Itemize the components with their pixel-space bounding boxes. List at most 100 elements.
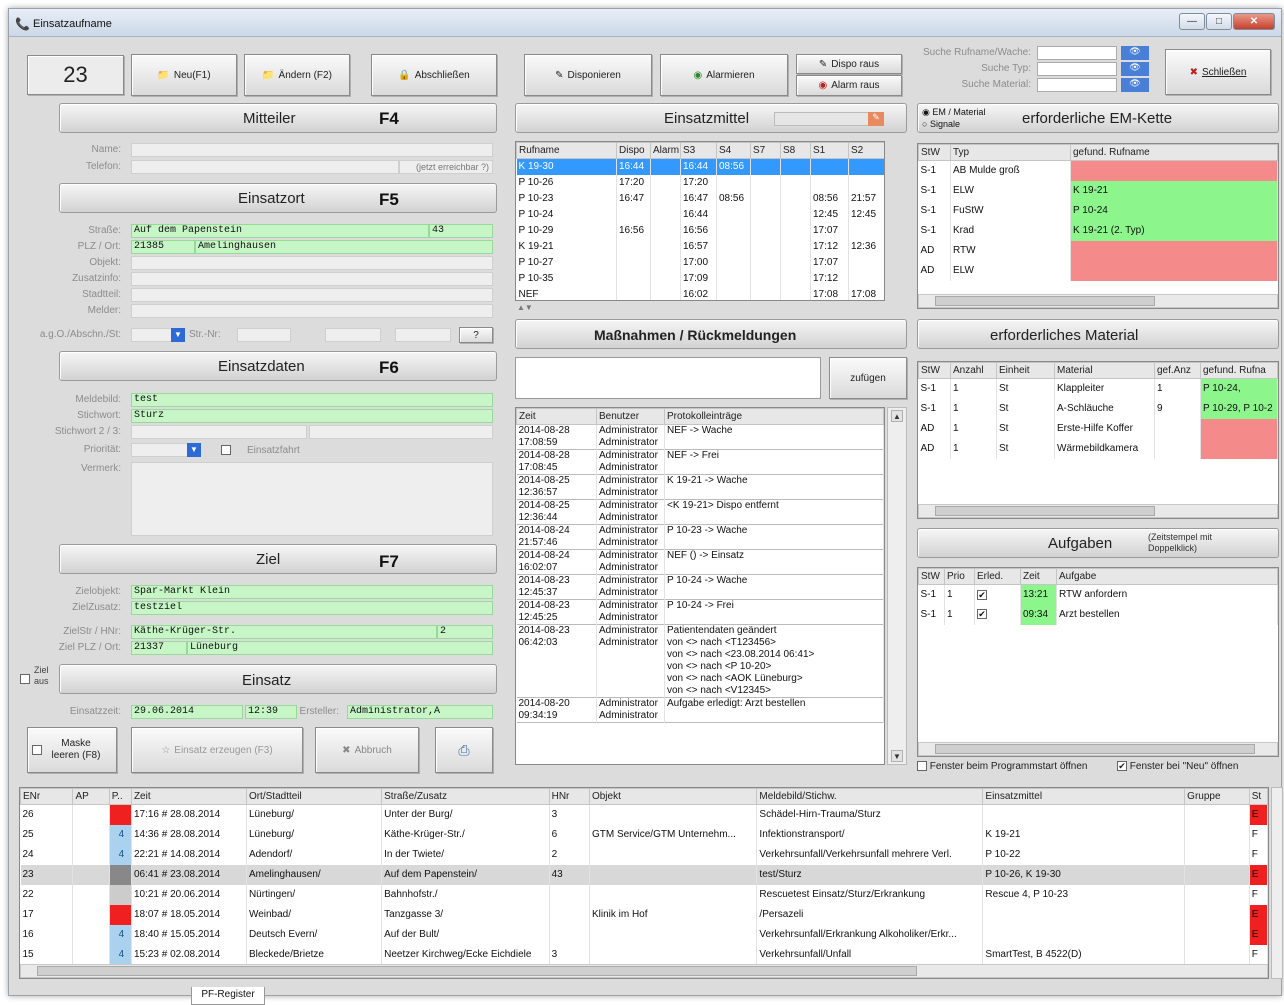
erledigt-checkbox[interactable]: ✔ [977,609,987,620]
einsatzfahrt-checkbox[interactable] [221,445,231,455]
einsatz-erzeugen-button[interactable]: ☆ Einsatz erzeugen (F3) [131,727,303,773]
meldebild-input[interactable]: test [131,393,493,407]
zielstr-input[interactable]: Käthe-Krüger-Str. [131,625,437,639]
maximize-button[interactable]: □ [1206,13,1232,30]
binoculars-icon[interactable]: 👁 [1121,78,1149,92]
chevron-down-icon[interactable]: ▼ [187,443,201,457]
neu-button[interactable]: 📁 Neu(F1) [131,54,237,96]
table-row[interactable]: 16 4 18:40 # 15.05.2014 Deutsch Evern/Auf d… [20,924,1268,945]
table-row[interactable]: S-1 1 St A-Schläuche 9 P 10-29, P 10-2 [918,398,1278,419]
table-row[interactable]: 2014-08-24 16:02:07 Administrator Administr… [516,549,884,575]
hausnummer-input[interactable]: 43 [429,224,493,238]
minimize-button[interactable]: — [1179,13,1205,30]
table-row[interactable]: 2014-08-23 12:45:25 Administrator Administr… [516,599,884,625]
column-header[interactable]: Meldebild/Stichw. [756,788,984,805]
melder-input[interactable] [131,304,493,318]
column-header[interactable]: Ort/Stadtteil [245,788,383,805]
table-row[interactable]: 2014-08-23 06:42:03 Administrator Administr… [516,624,884,698]
table-row[interactable]: 2014-08-25 12:36:57 Administrator Administr… [516,474,884,500]
stichwort3-input[interactable] [309,425,493,439]
strnr-input[interactable] [237,328,291,342]
table-row[interactable]: AD 1 St Erste-Hilfe Koffer [918,418,1278,439]
erledigt-checkbox[interactable]: ✔ [977,589,987,600]
em-material-radio[interactable]: ◉ EM / Material [922,107,985,118]
telefon-input[interactable] [131,160,399,174]
column-header[interactable]: Objekt [588,788,758,805]
column-header[interactable]: S7 [750,142,781,159]
column-header[interactable]: S2 [848,142,884,159]
ziel-aus-checkbox[interactable] [20,674,30,684]
column-header[interactable]: gefund. Rufna [1200,362,1278,379]
print-button[interactable]: ⎙ [435,727,493,773]
schliessen-button[interactable]: ✖ Schließen [1165,49,1271,95]
prioritaet-select[interactable] [131,443,191,457]
plz-input[interactable]: 21385 [131,240,195,254]
extra-input-1[interactable] [325,328,381,342]
zielzusatz-input[interactable]: testziel [131,601,493,615]
strasse-input[interactable]: Auf dem Papenstein [131,224,429,238]
alarmieren-button[interactable]: ◉ Alarmieren [660,54,788,96]
table-row[interactable]: 23 06:41 # 23.08.2014 Amelinghausen/Auf de… [20,864,1268,885]
extra-input-2[interactable] [395,328,451,342]
column-header[interactable]: P.. [108,788,132,805]
column-header[interactable]: Straße/Zusatz [381,788,550,805]
chevron-down-icon[interactable]: ▼ [171,328,185,342]
stichwort2-input[interactable] [131,425,307,439]
einsatz-list-scrollbar[interactable] [1271,787,1283,979]
column-header[interactable]: Typ [950,144,1071,161]
column-header[interactable]: HNr [548,788,590,805]
column-header[interactable]: Erled. [974,568,1021,585]
column-header[interactable]: Benutzer [596,408,665,425]
table-row[interactable]: 25 4 14:36 # 28.08.2014 Lüneburg/Käthe-Krüg… [20,824,1268,845]
ziel-plz-input[interactable]: 21337 [131,641,187,655]
table-row[interactable]: S-1 ELW K 19-21 [918,180,1278,201]
alarm-raus-button[interactable]: ◉ Alarm raus [796,75,902,96]
table-row[interactable]: K 19-30 16:44 16:44 08:56 [516,158,884,175]
column-header[interactable]: ENr [20,788,74,805]
einsatz-datum-input[interactable]: 29.06.2014 [131,705,243,719]
signale-radio[interactable]: ○ Signale [922,119,960,129]
column-header[interactable]: Alarm [650,142,681,159]
column-header[interactable]: Aufgabe [1056,568,1278,585]
table-row[interactable]: 17 18:07 # 18.05.2014 Weinbad/Tanzgasse 3/… [20,904,1268,925]
search-rufname-input[interactable] [1037,46,1117,60]
massnahme-input[interactable] [515,357,821,399]
table-row[interactable]: NEF 16:02 17:08 17:08 [516,286,884,300]
table-row[interactable]: 2014-08-24 21:57:46 Administrator Administr… [516,524,884,550]
table-row[interactable]: 24 4 22:21 # 14.08.2014 Adendorf/In der Twi… [20,844,1268,865]
table-row[interactable]: AD RTW [918,240,1278,261]
option-programmstart[interactable]: Fenster beim Programmstart öffnen [917,761,1087,772]
abbruch-button[interactable]: ✖ Abbruch [315,727,419,773]
name-input[interactable] [131,143,493,157]
table-row[interactable]: S-1 AB Mulde groß [918,160,1278,181]
zielobjekt-input[interactable]: Spar-Markt Klein [131,585,493,599]
table-row[interactable]: S-1 1 ✔ 09:34 Arzt bestellen [918,604,1278,625]
objekt-input[interactable] [131,256,493,270]
vermerk-textarea[interactable] [131,462,493,536]
column-header[interactable]: St [1248,788,1268,805]
table-row[interactable]: S-1 1 St Klappleiter 1 P 10-24, [918,378,1278,399]
table-row[interactable]: S-1 FuStW P 10-24 [918,200,1278,221]
table-row[interactable]: P 10-23 16:47 16:47 08:56 08:56 21:57 [516,190,884,207]
table-row[interactable]: P 10-35 17:09 17:12 [516,270,884,287]
einsatz-zeit-input[interactable]: 12:39 [245,705,297,719]
binoculars-icon[interactable]: 👁 [1121,62,1149,76]
table-row[interactable]: 22 10:21 # 20.06.2014 Nürtingen/Bahnhofstr… [20,884,1268,905]
table-row[interactable]: 2014-08-28 17:08:59 Administrator Administr… [516,424,884,450]
column-header[interactable]: Einsatzmittel [982,788,1186,805]
column-header[interactable]: Gruppe [1184,788,1250,805]
table-row[interactable]: AD ELW [918,260,1278,281]
column-header[interactable]: gef.Anz [1154,362,1201,379]
column-header[interactable]: StW [918,144,951,161]
search-typ-input[interactable] [1037,62,1117,76]
aendern-button[interactable]: 📁 Ändern (F2) [244,54,350,96]
ziel-ort-input[interactable]: Lüneburg [187,641,493,655]
einsatzmittel-input[interactable] [774,112,870,126]
column-header[interactable]: Material [1054,362,1155,379]
column-header[interactable]: Dispo [616,142,651,159]
column-header[interactable]: Prio [944,568,975,585]
table-row[interactable]: AD 1 St Wärmebildkamera [918,438,1278,459]
edit-icon[interactable]: ✎ [868,112,884,126]
column-header[interactable]: S4 [716,142,751,159]
protokoll-scrollbar[interactable]: ▲ ▼ [887,407,907,765]
